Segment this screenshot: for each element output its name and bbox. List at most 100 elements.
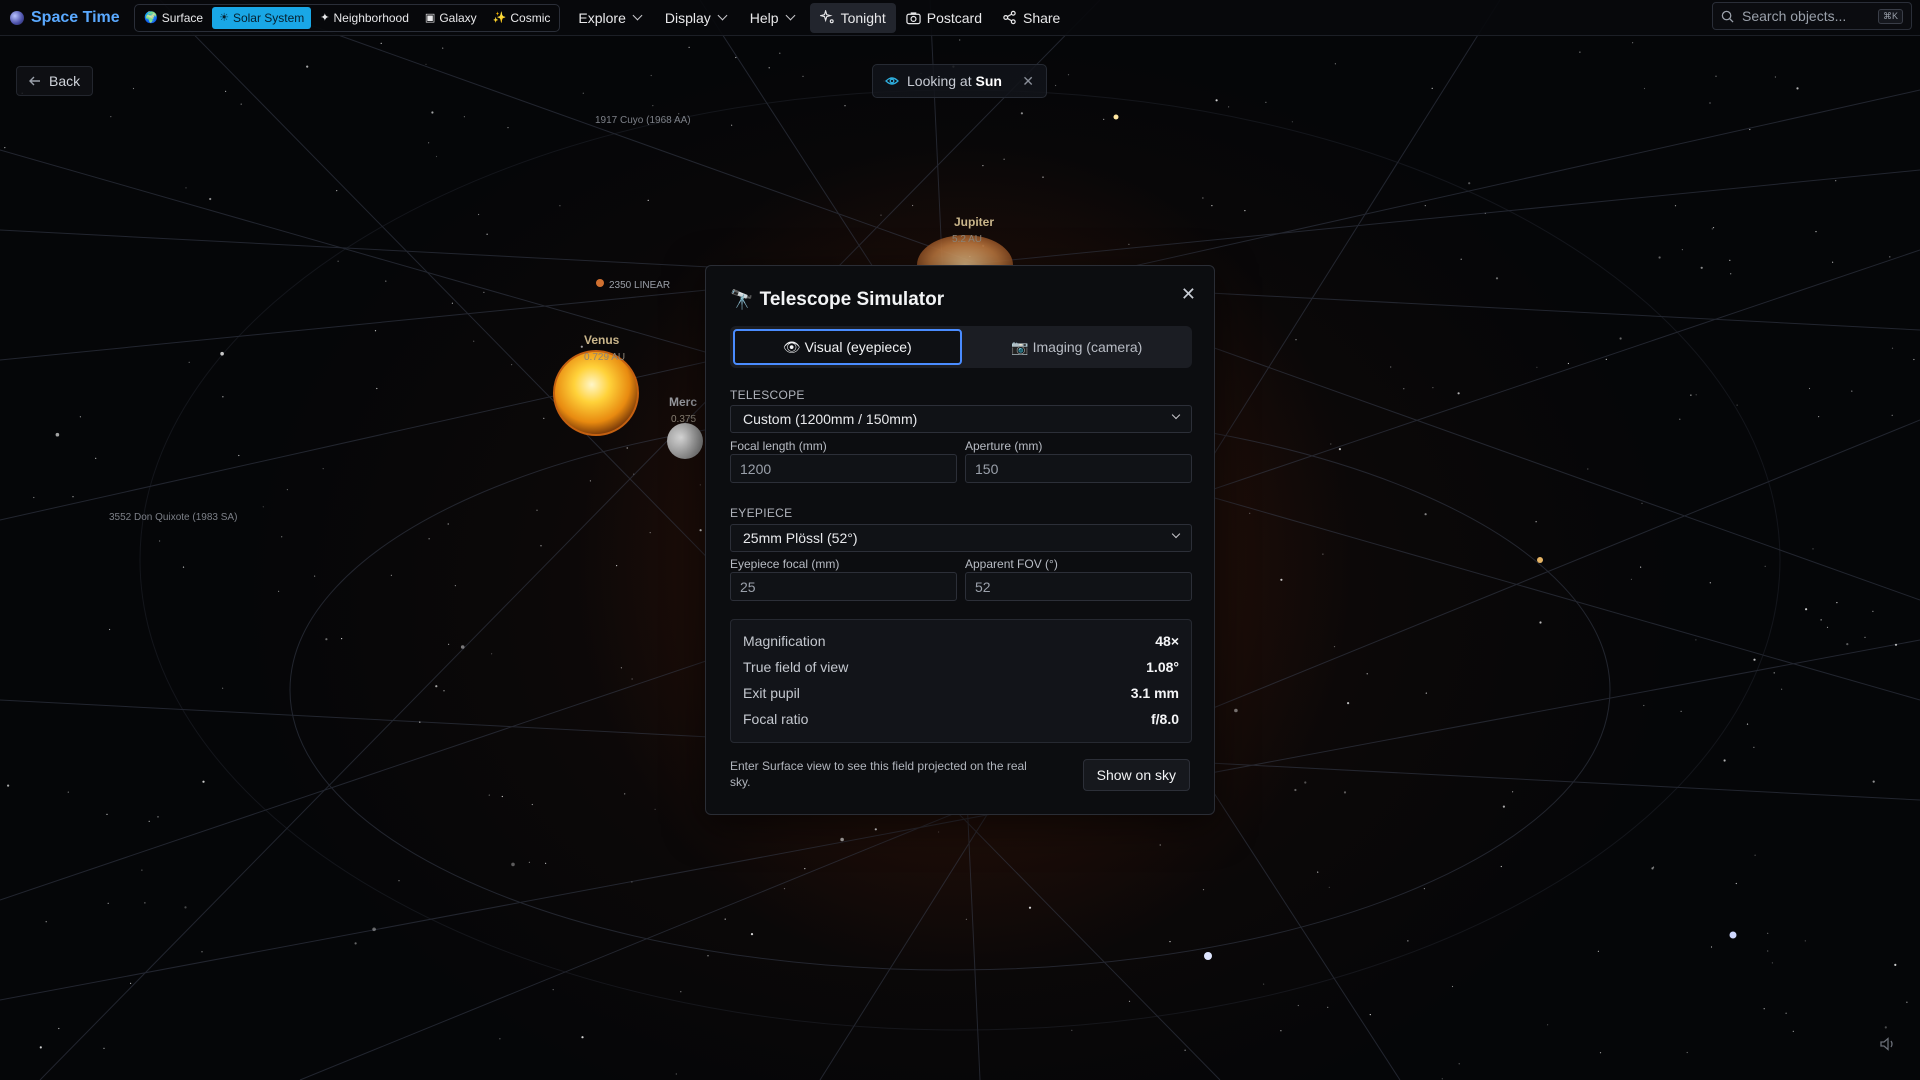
- star: [1619, 337, 1622, 340]
- star: [1884, 1026, 1887, 1029]
- star: [240, 103, 242, 105]
- star: [1753, 746, 1755, 748]
- star: [220, 351, 224, 356]
- eyepiece-select[interactable]: 25mm Plössl (52°): [730, 524, 1192, 552]
- star: [1736, 404, 1738, 406]
- stat-value: 1.08°: [1146, 659, 1179, 675]
- focal-length-input[interactable]: 1200: [730, 454, 957, 483]
- star: [652, 105, 654, 107]
- star: [209, 197, 212, 201]
- star: [483, 291, 485, 293]
- star: [680, 991, 682, 993]
- show-on-sky-button[interactable]: Show on sky: [1082, 759, 1190, 791]
- star: [1709, 102, 1711, 104]
- star: [624, 793, 626, 795]
- star: [419, 721, 421, 723]
- star: [225, 90, 227, 92]
- mercury-label[interactable]: Merc: [669, 395, 697, 409]
- stat-key: Magnification: [743, 633, 826, 649]
- star: [1872, 610, 1874, 613]
- star: [540, 545, 542, 547]
- star: [1889, 256, 1891, 258]
- star: [398, 880, 400, 882]
- star: [1458, 1063, 1460, 1065]
- star: [380, 42, 382, 45]
- star: [281, 536, 283, 538]
- tonight-button[interactable]: Tonight: [809, 2, 896, 33]
- close-icon[interactable]: ✕: [1181, 284, 1196, 305]
- back-button[interactable]: Back: [16, 66, 94, 96]
- star: [1338, 448, 1341, 451]
- star: [1680, 710, 1682, 713]
- star: [783, 888, 786, 890]
- star: [58, 1027, 60, 1030]
- chevron-down-icon: [1171, 529, 1181, 539]
- telescope-select[interactable]: Custom (1200mm / 150mm): [730, 405, 1192, 433]
- stat-key: Focal ratio: [743, 711, 809, 727]
- mercury-planet[interactable]: [667, 423, 703, 459]
- asteroid-cuyo-label[interactable]: 1917 Cuyo (1968 AA): [595, 115, 691, 126]
- asteroid-linear-label[interactable]: 2350 LINEAR: [609, 280, 670, 291]
- venus-label[interactable]: Venus: [584, 333, 619, 347]
- venus-distance: 0.729 AU: [584, 352, 626, 363]
- star: [182, 566, 185, 568]
- star: [874, 828, 877, 831]
- star: [185, 187, 187, 189]
- mode-cosmic[interactable]: ✨ Cosmic: [486, 7, 558, 29]
- asteroid-linear-marker[interactable]: [596, 279, 604, 287]
- asteroid-quixote-label[interactable]: 3552 Don Quixote (1983 SA): [109, 512, 237, 523]
- venus-planet[interactable]: [553, 350, 639, 436]
- star: [1749, 128, 1751, 131]
- eyepiece-focal-input[interactable]: 25: [730, 572, 957, 601]
- apparent-fov-input[interactable]: 52: [965, 572, 1192, 601]
- star: [620, 667, 623, 669]
- star: [314, 575, 316, 577]
- explore-menu[interactable]: Explore: [564, 0, 654, 36]
- sparkle-icon: [819, 10, 834, 24]
- display-menu[interactable]: Display: [655, 0, 740, 36]
- jupiter-label[interactable]: Jupiter: [954, 215, 994, 229]
- mode-surface[interactable]: 🌍 Surface: [137, 7, 210, 29]
- star: [201, 951, 203, 953]
- star: [435, 685, 438, 688]
- star: [1597, 950, 1599, 952]
- tab-label: Imaging (camera): [1032, 339, 1143, 355]
- looking-at-target: Sun: [975, 73, 1002, 89]
- search-input[interactable]: Search objects... ⌘K: [1712, 2, 1912, 30]
- star: [262, 506, 264, 508]
- star: [543, 417, 545, 419]
- star: [1294, 788, 1297, 792]
- star: [1730, 273, 1732, 275]
- star: [654, 808, 656, 811]
- star: [1484, 212, 1486, 214]
- star: [1333, 646, 1336, 648]
- help-menu[interactable]: Help: [740, 0, 808, 36]
- sound-toggle-icon[interactable]: [1880, 1037, 1896, 1056]
- share-button[interactable]: Share: [992, 3, 1070, 33]
- mercury-distance: 0.375: [671, 414, 697, 425]
- mode-galaxy[interactable]: ▣ Galaxy: [418, 7, 484, 29]
- mode-neighborhood[interactable]: ✦ Neighborhood: [313, 7, 416, 29]
- looking-at-text: Looking at Sun: [907, 73, 1002, 89]
- star: [39, 1046, 42, 1049]
- star: [1767, 950, 1769, 952]
- star: [1291, 121, 1293, 123]
- star: [1906, 1001, 1908, 1003]
- star: [428, 142, 430, 144]
- app-brand[interactable]: Space Time: [0, 9, 132, 27]
- space-view[interactable]: 1917 Cuyo (1968 AA) 3552 Don Quixote (19…: [0, 0, 1920, 1080]
- tab-imaging-camera[interactable]: 📷 Imaging (camera): [965, 329, 1190, 365]
- star: [1804, 940, 1806, 942]
- star: [1322, 553, 1324, 555]
- star: [425, 63, 427, 65]
- star: [626, 447, 628, 449]
- tab-visual-eyepiece[interactable]: 👁 Visual (eyepiece): [733, 329, 962, 365]
- mode-solar-system[interactable]: ☀ Solar System: [212, 6, 312, 29]
- clear-target-close-icon[interactable]: ✕: [1022, 73, 1034, 90]
- camera-icon: 📷: [1011, 338, 1029, 355]
- postcard-button[interactable]: Postcard: [896, 3, 992, 33]
- star: [507, 127, 509, 129]
- aperture-input[interactable]: 150: [965, 454, 1192, 483]
- star: [528, 861, 531, 863]
- apparent-fov-value: 52: [975, 578, 991, 595]
